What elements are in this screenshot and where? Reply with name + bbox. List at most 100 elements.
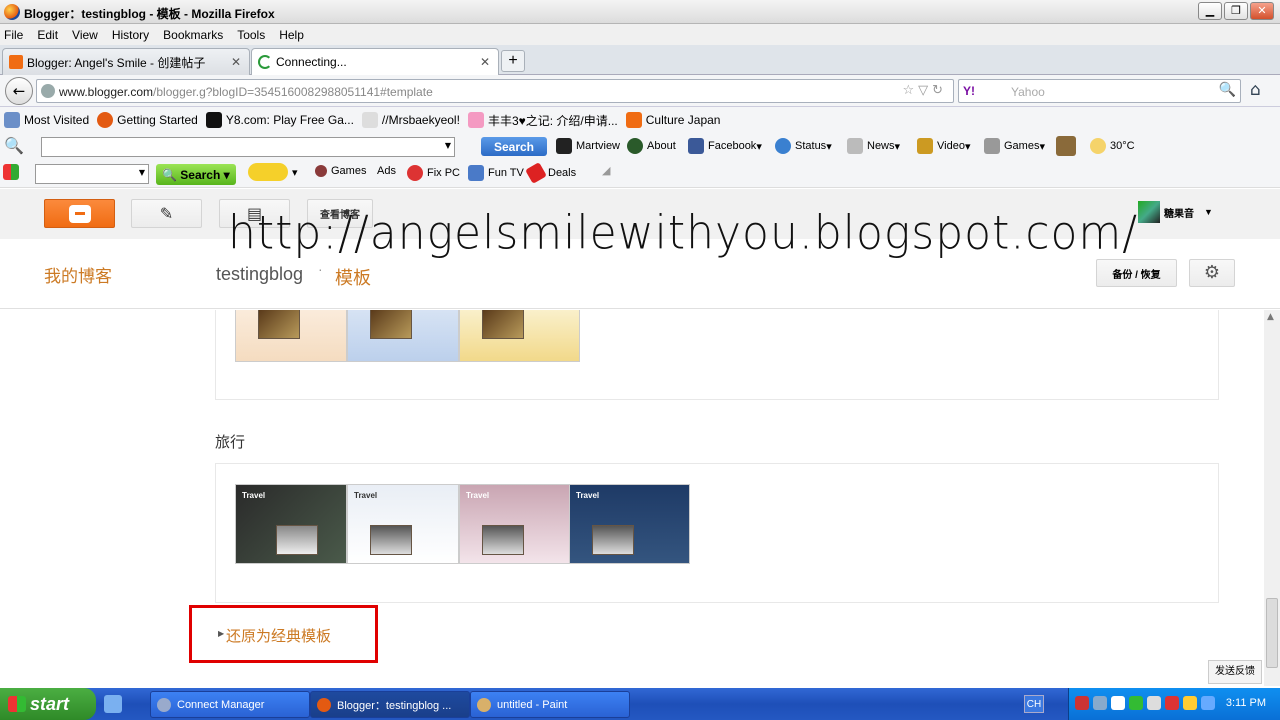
- shield-icon[interactable]: [1111, 696, 1125, 710]
- toolbar-widget-icon[interactable]: [1056, 136, 1080, 156]
- task-connect-manager[interactable]: Connect Manager: [150, 691, 310, 718]
- task-firefox-blogger[interactable]: Blogger：testingblog ...: [310, 691, 470, 718]
- template-card-travel: Travel Travel Travel Travel: [215, 463, 1219, 603]
- minimize-button[interactable]: ▁: [1198, 2, 1222, 20]
- language-indicator[interactable]: CH: [1024, 695, 1044, 713]
- search-box[interactable]: Y! Yahoo 🔍: [958, 79, 1241, 103]
- template-thumbnail[interactable]: Travel: [569, 484, 690, 564]
- menu-history[interactable]: History: [112, 28, 149, 42]
- bookmark-y8[interactable]: Y8.com: Play Free Ga...: [205, 112, 354, 128]
- blog-name: testingblog: [216, 264, 304, 284]
- loading-spinner-icon: [258, 55, 272, 69]
- back-button[interactable]: ←: [5, 77, 33, 105]
- restore-classic-template-link[interactable]: 还原为经典模板: [226, 625, 331, 646]
- martview-icon: [556, 138, 572, 154]
- menu-view[interactable]: View: [72, 28, 98, 42]
- tray-icon[interactable]: [1129, 696, 1143, 710]
- martview-link[interactable]: Martview: [556, 138, 620, 154]
- tab-connecting[interactable]: Connecting... ✕: [251, 48, 499, 75]
- tray-icon[interactable]: [1093, 696, 1107, 710]
- video-icon: [917, 138, 933, 154]
- fun-tv-button[interactable]: Fun TV: [468, 165, 524, 181]
- games-icon: [984, 138, 1000, 154]
- bookmark-star-icon[interactable]: ☆▽↻: [902, 83, 947, 98]
- user-menu[interactable]: 糖果音 ▼: [1138, 201, 1213, 223]
- send-feedback-button[interactable]: 发送反馈: [1208, 660, 1262, 684]
- secondary-search-input[interactable]: [35, 164, 149, 184]
- close-icon[interactable]: ✕: [231, 55, 241, 69]
- toolbar-search-input[interactable]: [41, 137, 455, 157]
- bookmark-most-visited[interactable]: Most Visited: [4, 112, 89, 128]
- start-button[interactable]: start: [0, 688, 96, 720]
- toolbar-search-button[interactable]: Search: [481, 137, 547, 156]
- y8-icon: [205, 112, 222, 128]
- template-thumbnail[interactable]: Travel: [459, 484, 571, 564]
- tray-icon[interactable]: [1165, 696, 1179, 710]
- template-thumbnail[interactable]: [459, 310, 580, 362]
- url-text[interactable]: www.blogger.com/blogger.g?blogID=3545160…: [59, 85, 433, 99]
- template-thumbnail[interactable]: Travel: [235, 484, 347, 564]
- apps-grid-icon[interactable]: [3, 164, 23, 180]
- category-travel-heading: 旅行: [215, 434, 246, 451]
- secondary-search-button[interactable]: 🔍 Search ▾: [156, 164, 236, 185]
- menu-bookmarks[interactable]: Bookmarks: [163, 28, 223, 42]
- eraser-icon[interactable]: ◢: [602, 164, 610, 177]
- menu-edit[interactable]: Edit: [37, 28, 58, 42]
- scroll-up-icon[interactable]: ▲: [1267, 312, 1274, 322]
- scrollbar-thumb[interactable]: [1266, 598, 1278, 668]
- games-button[interactable]: Games: [315, 165, 366, 177]
- tray-icon[interactable]: [1075, 696, 1089, 710]
- joystick-icon: [315, 165, 327, 177]
- tray-icon[interactable]: [1147, 696, 1161, 710]
- template-thumbnail[interactable]: [347, 310, 459, 362]
- about-link[interactable]: About: [627, 138, 676, 154]
- my-blogs-link[interactable]: 我的博客: [44, 262, 112, 287]
- news-icon: [847, 138, 863, 154]
- ads-button[interactable]: Ads: [377, 165, 396, 177]
- deals-button[interactable]: Deals: [525, 162, 576, 184]
- blogger-home-button[interactable]: [44, 199, 115, 228]
- minion-icon[interactable]: ▾: [248, 163, 298, 181]
- backup-restore-button[interactable]: 备份 / 恢复: [1096, 259, 1177, 287]
- page-scrollbar[interactable]: ▲: [1264, 310, 1280, 686]
- news-link[interactable]: News ▾: [847, 138, 900, 154]
- new-tab-button[interactable]: +: [501, 50, 525, 72]
- yahoo-icon[interactable]: Y!: [963, 84, 975, 98]
- video-link[interactable]: Video ▾: [917, 138, 970, 154]
- task-paint[interactable]: untitled - Paint: [470, 691, 630, 718]
- maximize-button[interactable]: ❐: [1224, 2, 1248, 20]
- window-controls: ▁ ❐ ✕: [1198, 2, 1274, 20]
- bookmark-culture-japan[interactable]: Culture Japan: [625, 112, 720, 128]
- url-bar[interactable]: www.blogger.com/blogger.g?blogID=3545160…: [36, 79, 954, 103]
- triangle-right-icon: ▶: [218, 629, 225, 638]
- tab-blogger-create-post[interactable]: Blogger: Angel's Smile - 创建帖子 ✕: [2, 48, 250, 75]
- search-icon[interactable]: 🔍: [1219, 82, 1236, 98]
- menu-file[interactable]: File: [4, 28, 23, 42]
- menu-help[interactable]: Help: [279, 28, 304, 42]
- network-icon[interactable]: [1201, 696, 1215, 710]
- menu-tools[interactable]: Tools: [237, 28, 265, 42]
- weather-widget[interactable]: 30°C: [1090, 138, 1135, 154]
- status-link[interactable]: Status ▾: [775, 138, 832, 154]
- template-content: 旅行 Travel Travel Travel Travel ▶ 还原为经典模板: [0, 310, 1264, 686]
- close-window-button[interactable]: ✕: [1250, 2, 1274, 20]
- bookmark-getting-started[interactable]: Getting Started: [97, 112, 198, 128]
- bookmark-mrsbaekyeol[interactable]: //Mrsbaekyeol!: [361, 112, 460, 128]
- system-tray: 3:11 PM: [1068, 688, 1280, 720]
- new-post-button[interactable]: ✎: [131, 199, 202, 228]
- gear-icon[interactable]: ⚙: [1189, 259, 1235, 287]
- close-icon[interactable]: ✕: [480, 55, 490, 69]
- template-thumbnail[interactable]: [235, 310, 347, 362]
- blogger-icon: [625, 112, 642, 128]
- search-toolbar: 🔍 Search Martview About Facebook ▾ Statu…: [0, 133, 1280, 160]
- fix-pc-button[interactable]: Fix PC: [407, 165, 460, 181]
- search-icon[interactable]: 🔍: [4, 136, 24, 155]
- template-thumbnail[interactable]: Travel: [347, 484, 459, 564]
- bookmark-fengfeng[interactable]: 丰丰3♥之记: 介绍/申请...: [467, 112, 618, 129]
- facebook-link[interactable]: Facebook ▾: [688, 138, 762, 154]
- home-icon[interactable]: ⌂: [1250, 80, 1261, 100]
- tray-icon[interactable]: [1183, 696, 1197, 710]
- chevron-down-icon: ▼: [1204, 207, 1213, 217]
- games-link[interactable]: Games ▾: [984, 138, 1045, 154]
- quick-launch-icon[interactable]: [104, 695, 122, 713]
